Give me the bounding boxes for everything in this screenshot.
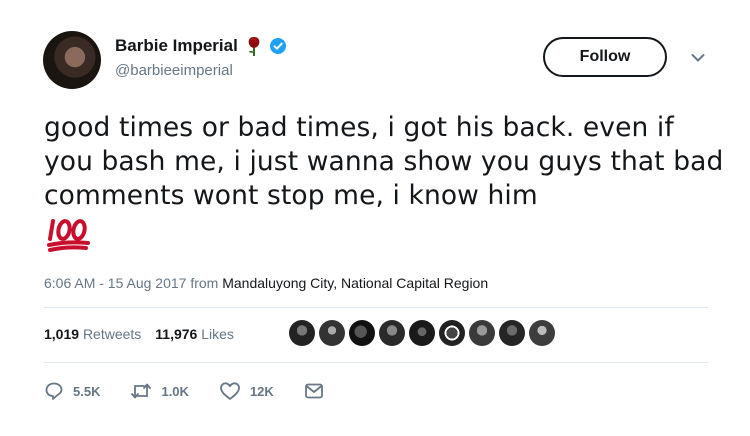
liker-avatars xyxy=(289,320,555,346)
reply-button[interactable]: 5.5K xyxy=(44,381,100,401)
tweet-stats: 1,019 Retweets 11,976 Likes xyxy=(44,326,234,342)
liker-avatar[interactable] xyxy=(289,320,315,346)
tweet-location[interactable]: Mandaluyong City, National Capital Regio… xyxy=(222,275,488,291)
envelope-icon xyxy=(304,383,323,399)
liker-avatar[interactable] xyxy=(529,320,555,346)
liker-avatar[interactable] xyxy=(499,320,525,346)
retweet-icon xyxy=(131,383,152,399)
time-date[interactable]: 6:06 AM - 15 Aug 2017 from xyxy=(44,275,222,291)
follow-button[interactable]: Follow xyxy=(543,37,667,77)
divider xyxy=(44,362,708,363)
tweet-actions: 5.5K 1.0K 12K xyxy=(44,381,354,401)
liker-avatar[interactable] xyxy=(439,320,465,346)
like-button[interactable]: 12K xyxy=(219,381,274,401)
retweet-count: 1.0K xyxy=(161,383,189,399)
liker-avatar[interactable] xyxy=(379,320,405,346)
display-name[interactable]: Barbie Imperial xyxy=(115,36,238,56)
like-count: 12K xyxy=(249,383,274,399)
retweets-stat[interactable]: 1,019 Retweets xyxy=(44,326,141,342)
divider xyxy=(44,307,708,308)
liker-avatar[interactable] xyxy=(469,320,495,346)
avatar[interactable] xyxy=(43,31,101,89)
likes-stat[interactable]: 11,976 Likes xyxy=(155,326,234,342)
liker-avatar[interactable] xyxy=(349,320,375,346)
hundred-points-icon xyxy=(47,219,90,252)
reply-count: 5.5K xyxy=(73,383,101,399)
tweet-text: good times or bad times, i got his back.… xyxy=(44,112,724,211)
liker-avatar[interactable] xyxy=(319,320,345,346)
direct-message-button[interactable] xyxy=(304,382,324,400)
user-handle[interactable]: @barbieeimperial xyxy=(115,62,233,79)
verified-icon xyxy=(269,38,286,54)
retweet-button[interactable]: 1.0K xyxy=(130,381,189,401)
chevron-down-icon[interactable] xyxy=(691,53,705,63)
rose-icon xyxy=(248,37,260,56)
reply-icon xyxy=(45,382,63,400)
user-name-row: Barbie Imperial xyxy=(115,35,286,57)
heart-icon xyxy=(220,382,240,400)
liker-avatar[interactable] xyxy=(409,320,435,346)
tweet-timestamp[interactable]: 6:06 AM - 15 Aug 2017 from Mandaluyong C… xyxy=(44,275,488,291)
